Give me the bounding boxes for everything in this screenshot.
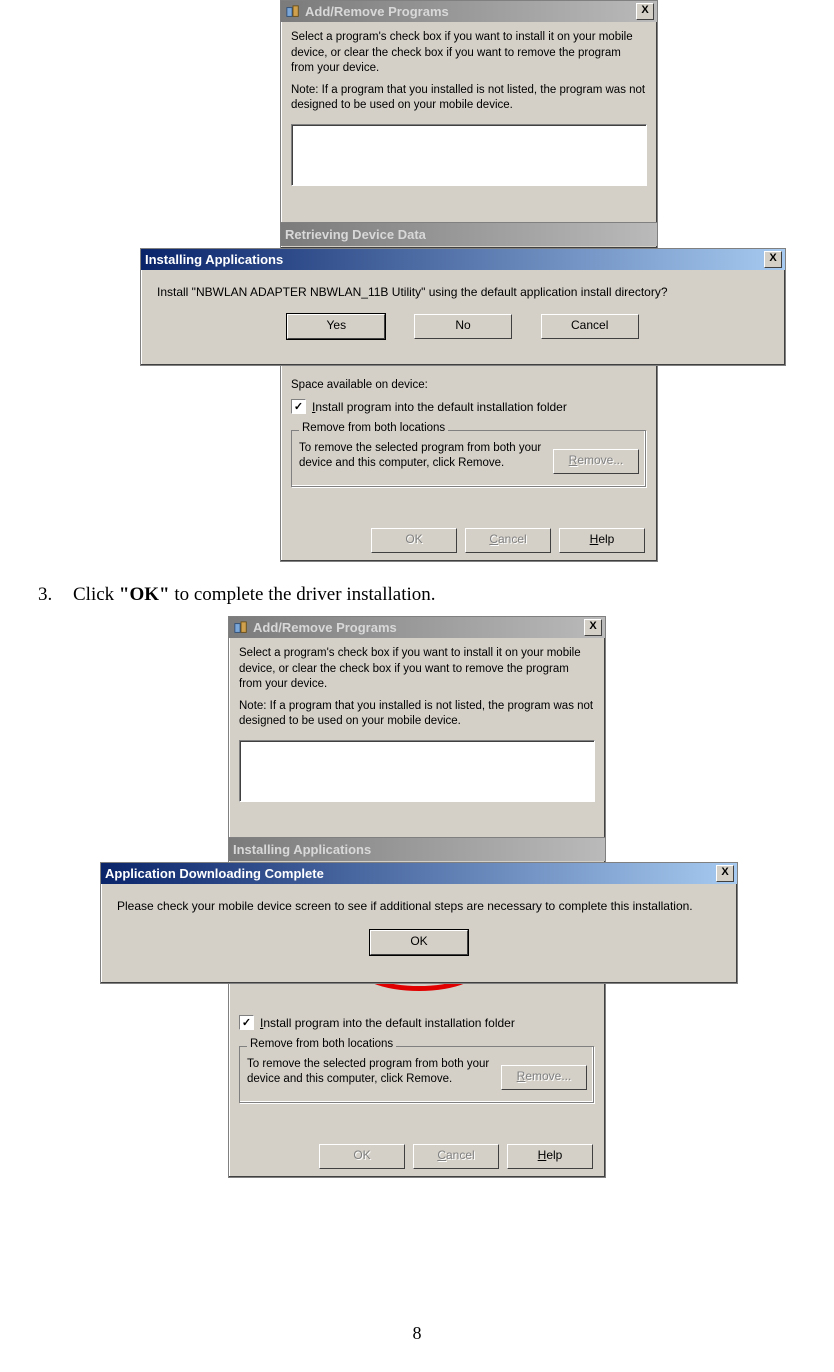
remove-group-label: Remove from both locations bbox=[247, 1038, 396, 1050]
step-3-instruction: 3. Click "OK" to complete the driver ins… bbox=[38, 584, 436, 606]
cancel-button: Cancel bbox=[465, 528, 551, 553]
retrieving-device-data-dialog: Retrieving Device Data bbox=[280, 222, 658, 249]
help-button[interactable]: Help bbox=[507, 1144, 593, 1169]
download-complete-message: Please check your mobile device screen t… bbox=[101, 884, 737, 922]
ok-button[interactable]: OK bbox=[370, 930, 468, 955]
remove-button: Remove... bbox=[501, 1065, 587, 1090]
installing-applications-dialog: Installing Applications X Install "NBWLA… bbox=[140, 248, 786, 366]
page-number: 8 bbox=[0, 1323, 834, 1344]
remove-group-text: To remove the selected program from both… bbox=[299, 441, 544, 471]
yes-button[interactable]: Yes bbox=[287, 314, 385, 339]
dialog-description-2: Note: If a program that you installed is… bbox=[229, 699, 605, 736]
program-list[interactable] bbox=[291, 124, 647, 186]
dialog-title: Add/Remove Programs bbox=[305, 4, 636, 19]
titlebar: Application Downloading Complete X bbox=[101, 863, 737, 884]
close-icon[interactable]: X bbox=[636, 3, 654, 20]
step-text-after: to complete the driver installation. bbox=[170, 584, 436, 605]
space-available-label: Space available on device: bbox=[291, 379, 647, 391]
ok-button: OK bbox=[371, 528, 457, 553]
program-list[interactable] bbox=[239, 740, 595, 802]
ok-button: OK bbox=[319, 1144, 405, 1169]
default-folder-label: IInstall program into the default instal… bbox=[312, 400, 567, 414]
installing-applications-strip: Installing Applications bbox=[228, 837, 606, 864]
step-number: 3. bbox=[38, 584, 52, 605]
download-complete-dialog: Application Downloading Complete X Pleas… bbox=[100, 862, 738, 984]
dialog-description-2: Note: If a program that you installed is… bbox=[281, 83, 657, 120]
step-bold: "OK" bbox=[119, 584, 170, 605]
default-folder-label: Install program into the default install… bbox=[260, 1016, 515, 1030]
dialog-title: Installing Applications bbox=[233, 842, 602, 857]
default-folder-checkbox[interactable]: ✓ bbox=[291, 399, 306, 414]
dialog-title: Application Downloading Complete bbox=[105, 866, 716, 881]
app-icon bbox=[233, 620, 249, 636]
step-text-before: Click bbox=[73, 584, 119, 605]
remove-group-text: To remove the selected program from both… bbox=[247, 1057, 492, 1087]
remove-button: Remove... bbox=[553, 449, 639, 474]
default-folder-checkbox[interactable]: ✓ bbox=[239, 1015, 254, 1030]
help-button[interactable]: Help bbox=[559, 528, 645, 553]
cancel-button[interactable]: Cancel bbox=[541, 314, 639, 339]
dialog-title: Retrieving Device Data bbox=[285, 227, 654, 242]
install-message: Install "NBWLAN ADAPTER NBWLAN_11B Utili… bbox=[141, 270, 785, 308]
titlebar: Add/Remove Programs X bbox=[281, 1, 657, 22]
dialog-title: Installing Applications bbox=[145, 252, 764, 267]
dialog-description-1: Select a program's check box if you want… bbox=[281, 22, 657, 83]
cancel-button: Cancel bbox=[413, 1144, 499, 1169]
titlebar: Add/Remove Programs X bbox=[229, 617, 605, 638]
app-icon bbox=[285, 4, 301, 20]
titlebar: Installing Applications X bbox=[141, 249, 785, 270]
default-folder-row: ✓ Install program into the default insta… bbox=[239, 1015, 515, 1030]
close-icon[interactable]: X bbox=[716, 865, 734, 882]
dialog-description-1: Select a program's check box if you want… bbox=[229, 638, 605, 699]
close-icon[interactable]: X bbox=[584, 619, 602, 636]
no-button[interactable]: No bbox=[414, 314, 512, 339]
default-folder-row: ✓ IInstall program into the default inst… bbox=[291, 399, 567, 414]
dialog-title: Add/Remove Programs bbox=[253, 620, 584, 635]
remove-group-label: Remove from both locations bbox=[299, 422, 448, 434]
close-icon[interactable]: X bbox=[764, 251, 782, 268]
